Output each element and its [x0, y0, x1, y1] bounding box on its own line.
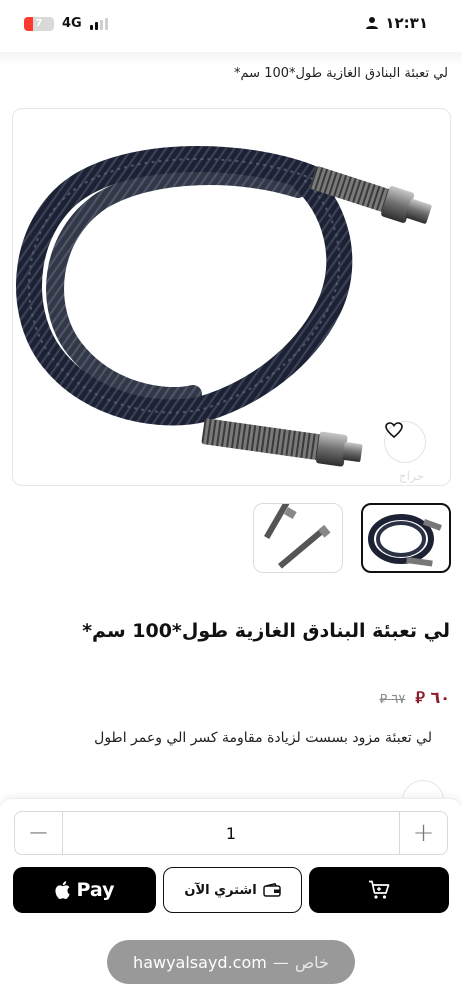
- price-current: ٦٠ ⃁: [415, 688, 450, 708]
- watermark-text: حراج: [398, 469, 424, 483]
- add-to-cart-button[interactable]: [309, 867, 449, 913]
- price-current-value: ٦٠: [430, 688, 450, 707]
- currency-symbol: ⃁: [415, 688, 425, 707]
- wallet-icon: [262, 883, 281, 897]
- thumbnail-fittings-image: [264, 504, 331, 569]
- price-old: ٦٧ ⃁: [380, 690, 406, 707]
- cart-icon: [369, 880, 390, 899]
- product-title: لي تعبئة البنادق الغازية طول*100 سم*: [82, 620, 450, 642]
- buy-now-label: اشتري الآن: [184, 882, 257, 898]
- favorite-button[interactable]: [384, 421, 426, 463]
- battery-indicator: 7: [24, 16, 54, 31]
- quantity-stepper: − 1 +: [14, 811, 448, 855]
- battery-fill: [24, 16, 33, 31]
- private-mode-label: خاص: [294, 952, 329, 972]
- url-host: hawyalsayd.com: [133, 952, 267, 972]
- network-type: 4G: [62, 16, 82, 31]
- decrease-quantity-button[interactable]: −: [15, 812, 63, 854]
- apple-logo-icon: [55, 881, 71, 900]
- status-bar: 7 4G ١٢:٣١: [0, 0, 462, 52]
- price-row: ٦٠ ⃁ ٦٧ ⃁: [380, 688, 450, 708]
- increase-quantity-button[interactable]: +: [399, 812, 447, 854]
- status-time: ١٢:٣١: [385, 14, 428, 32]
- browser-address-bar[interactable]: hawyalsayd.com — خاص: [107, 940, 355, 984]
- product-main-image[interactable]: حراج: [12, 108, 451, 486]
- thumbnail-1-selected[interactable]: [361, 503, 451, 573]
- person-icon: [366, 17, 379, 29]
- price-old-value: ٦٧: [391, 692, 406, 707]
- product-description: لي تعبئة مزود بسست لزيادة مقاومة كسر الي…: [94, 730, 432, 746]
- status-left: 7 4G: [24, 16, 108, 31]
- battery-level: 7: [35, 18, 43, 29]
- currency-symbol-old: ⃁: [379, 692, 388, 707]
- thumbnail-2[interactable]: [253, 503, 343, 573]
- header-divider: [0, 52, 462, 66]
- page-title: لي تعبئة البنادق الغازية طول*100 سم*: [234, 66, 448, 81]
- apple-pay-label: Pay: [76, 879, 115, 901]
- buy-now-button[interactable]: اشتري الآن: [163, 867, 302, 913]
- thumbnail-hose-image: [368, 514, 442, 567]
- apple-pay-button[interactable]: Pay: [13, 867, 156, 913]
- url-separator: —: [272, 952, 289, 972]
- status-time-group: ١٢:٣١: [365, 14, 428, 32]
- heart-icon: [385, 422, 403, 438]
- signal-bars-icon: [89, 17, 108, 30]
- quantity-value[interactable]: 1: [63, 824, 399, 843]
